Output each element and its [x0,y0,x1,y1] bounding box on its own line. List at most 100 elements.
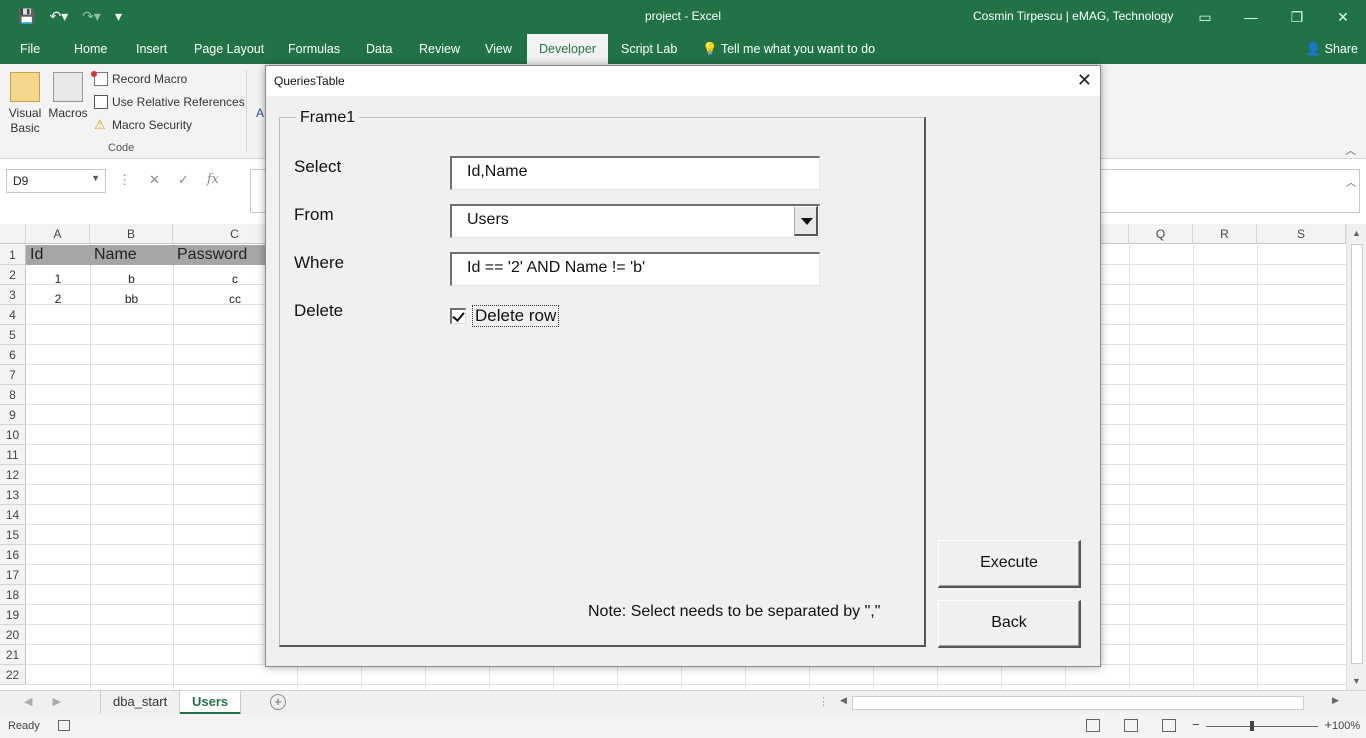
prev-sheet-icon[interactable]: ◀ [24,695,32,708]
select-all-corner[interactable] [0,224,26,244]
from-combobox-value: Users [467,211,509,228]
warning-icon: ⚠ [94,117,106,132]
row-header[interactable]: 7 [0,365,26,385]
scroll-right-icon[interactable]: ▶ [1332,695,1339,706]
name-box-dropdown-icon[interactable]: ▼ [91,173,100,183]
cell-a1[interactable]: Id [26,245,90,265]
where-input[interactable]: Id == '2' AND Name != 'b' [450,252,820,286]
addins-partial-button[interactable]: A [256,106,264,120]
column-header-s[interactable]: S [1257,224,1346,244]
sheet-tab-dba-start[interactable]: dba_start [100,691,181,715]
row-header[interactable]: 5 [0,325,26,345]
scroll-up-icon[interactable]: ▲ [1352,228,1361,238]
row-header[interactable]: 8 [0,385,26,405]
from-dropdown-arrow-icon[interactable] [794,206,818,236]
row-header[interactable]: 6 [0,345,26,365]
tab-formulas[interactable]: Formulas [276,34,352,64]
splitter-icon[interactable]: ⋮ [818,695,829,708]
zoom-out-icon[interactable]: − [1192,717,1200,732]
name-box[interactable]: D9 ▼ [6,169,106,193]
collapse-ribbon-icon[interactable]: ︿ [1345,142,1356,158]
row-header[interactable]: 12 [0,465,26,485]
ribbon-display-options-icon[interactable]: ▭ [1182,0,1228,34]
minimize-icon[interactable]: — [1228,0,1274,34]
tab-review[interactable]: Review [407,34,472,64]
cell-b3[interactable]: bb [90,289,173,309]
row-header[interactable]: 2 [0,265,26,285]
row-header[interactable]: 20 [0,625,26,645]
cell-a3[interactable]: 2 [26,289,90,309]
row-header[interactable]: 11 [0,445,26,465]
column-header-r[interactable]: R [1193,224,1257,244]
macros-label: Macros [48,106,88,120]
row-header[interactable]: 14 [0,505,26,525]
checkbox-checked-icon[interactable] [450,308,466,324]
tab-data[interactable]: Data [354,34,404,64]
zoom-in-icon[interactable]: + [1324,717,1332,732]
zoom-knob[interactable] [1250,721,1254,731]
tab-view[interactable]: View [473,34,524,64]
tab-page-layout[interactable]: Page Layout [182,34,276,64]
column-header-b[interactable]: B [90,224,173,244]
delete-row-label[interactable]: Delete row [472,305,560,327]
page-break-view-icon[interactable] [1162,719,1176,732]
scroll-down-icon[interactable]: ▼ [1352,676,1361,686]
share-button[interactable]: 👤 Share [1306,34,1358,64]
select-label: Select [294,157,342,176]
visual-basic-button[interactable]: Visual Basic [6,72,44,136]
enter-icon[interactable]: ✓ [178,172,189,188]
row-header[interactable]: 19 [0,605,26,625]
row-header[interactable]: 10 [0,425,26,445]
macro-security-button[interactable]: ⚠ Macro Security [94,117,192,133]
cell-b2[interactable]: b [90,269,173,289]
expand-formula-bar-icon[interactable]: ︿ [1346,174,1356,189]
row-header[interactable]: 18 [0,585,26,605]
dialog-close-icon[interactable]: ✕ [1077,70,1092,91]
sheet-tab-users[interactable]: Users [180,691,242,715]
row-header[interactable]: 4 [0,305,26,325]
horizontal-scrollbar[interactable] [852,696,1304,710]
zoom-level[interactable]: 100% [1332,720,1360,732]
tab-insert[interactable]: Insert [124,34,179,64]
tab-home[interactable]: Home [62,34,119,64]
cancel-icon[interactable]: ✕ [149,172,160,188]
macro-recording-icon[interactable] [58,720,70,731]
back-button[interactable]: Back [938,600,1081,648]
record-macro-button[interactable]: Record Macro [91,71,187,86]
macros-button[interactable]: Macros [47,72,89,120]
row-header[interactable]: 16 [0,545,26,565]
row-header[interactable]: 1 [0,245,26,265]
select-input[interactable]: Id,Name [450,156,820,190]
row-header[interactable]: 22 [0,665,26,685]
row-header[interactable]: 21 [0,645,26,665]
account-name[interactable]: Cosmin Tirpescu | eMAG, Technology [973,9,1173,23]
tab-developer[interactable]: Developer [527,34,608,64]
delete-row-checkbox[interactable]: Delete row [450,305,560,327]
row-header[interactable]: 17 [0,565,26,585]
from-combobox[interactable]: Users [450,204,820,238]
vertical-scrollbar[interactable]: ▲ ▼ [1346,224,1366,690]
restore-icon[interactable]: ❐ [1274,0,1320,34]
page-layout-view-icon[interactable] [1124,719,1138,732]
scroll-left-icon[interactable]: ◀ [840,695,847,706]
tab-script-lab[interactable]: Script Lab [609,34,689,64]
close-window-icon[interactable]: ✕ [1320,0,1366,34]
zoom-slider[interactable]: − + [1192,717,1332,733]
row-header[interactable]: 3 [0,285,26,305]
row-header[interactable]: 15 [0,525,26,545]
add-sheet-icon[interactable]: + [270,694,286,710]
column-header-q[interactable]: Q [1129,224,1193,244]
execute-button[interactable]: Execute [938,540,1081,588]
tell-me-search[interactable]: 💡 Tell me what you want to do [690,34,887,64]
cell-b1[interactable]: Name [90,245,173,265]
use-relative-references-button[interactable]: Use Relative References [94,95,245,109]
row-header[interactable]: 13 [0,485,26,505]
cell-a2[interactable]: 1 [26,269,90,289]
normal-view-icon[interactable] [1086,719,1100,732]
column-header-a[interactable]: A [26,224,90,244]
vertical-scroll-thumb[interactable] [1351,244,1363,664]
insert-function-icon[interactable]: fx [207,172,219,188]
tab-file[interactable]: File [8,34,52,64]
row-header[interactable]: 9 [0,405,26,425]
next-sheet-icon[interactable]: ▶ [52,695,60,708]
